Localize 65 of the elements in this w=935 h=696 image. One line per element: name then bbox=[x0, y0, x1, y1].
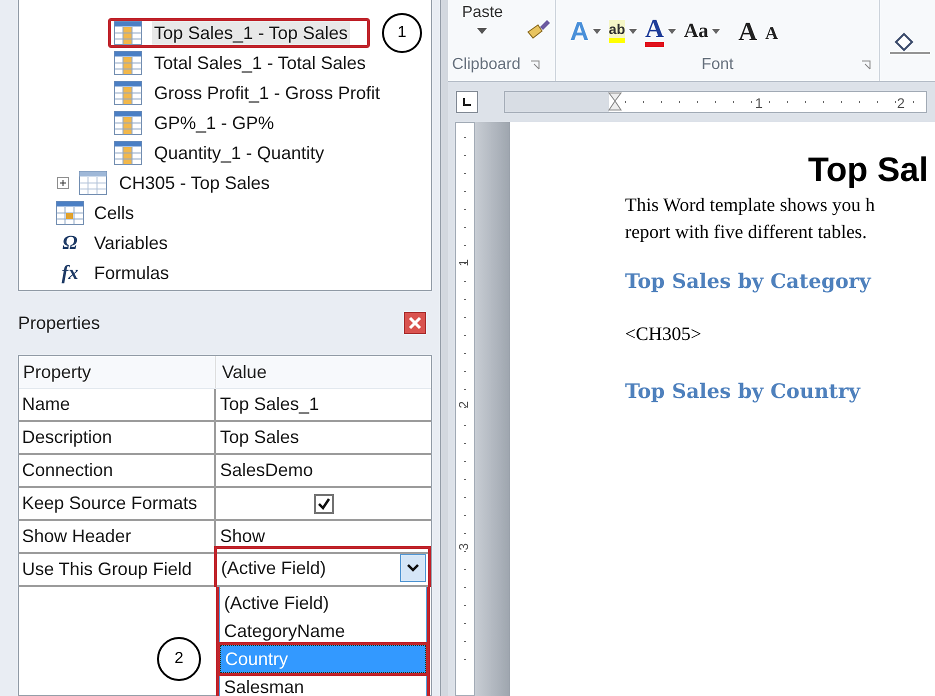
tree-item[interactable]: Quantity_1 - Quantity bbox=[152, 140, 326, 166]
dialog-launcher-icon[interactable] bbox=[861, 60, 871, 70]
property-name: Connection bbox=[19, 455, 216, 486]
callout-marker: 1 bbox=[382, 13, 422, 53]
property-value: Top Sales bbox=[219, 426, 300, 449]
property-value: SalesDemo bbox=[219, 459, 314, 482]
close-button[interactable] bbox=[404, 312, 426, 334]
panel-title: Properties bbox=[18, 312, 100, 335]
ruler-number: 1 bbox=[755, 94, 763, 112]
table-icon bbox=[114, 81, 142, 105]
close-icon bbox=[408, 316, 422, 330]
property-name: Description bbox=[19, 422, 216, 453]
template-tag: <CH305> bbox=[625, 322, 935, 348]
symbol-icon: Ω bbox=[56, 228, 84, 258]
tree-item[interactable]: Formulas bbox=[92, 260, 172, 286]
symbol-icon: fx bbox=[56, 258, 84, 288]
tab-selector-button[interactable] bbox=[456, 91, 478, 113]
ruler-number: 2 bbox=[897, 94, 905, 112]
caret-icon[interactable] bbox=[629, 28, 638, 34]
group-label: Clipboard bbox=[452, 55, 520, 75]
dropdown-option[interactable]: (Active Field) bbox=[220, 589, 426, 617]
expand-icon[interactable] bbox=[57, 177, 69, 189]
table-icon bbox=[114, 21, 142, 45]
caret-icon[interactable] bbox=[668, 28, 676, 34]
checkbox[interactable] bbox=[314, 494, 334, 514]
shrink-button[interactable]: A bbox=[765, 16, 778, 46]
case-button[interactable]: Aa bbox=[684, 16, 720, 46]
tree-item[interactable]: Gross Profit_1 - Gross Profit bbox=[152, 80, 382, 106]
table-icon bbox=[114, 141, 142, 165]
caret-icon[interactable] bbox=[712, 28, 720, 34]
tab-stop-icon bbox=[463, 98, 471, 106]
callout-marker: 2 bbox=[157, 637, 201, 681]
tree-item[interactable]: Total Sales_1 - Total Sales bbox=[152, 50, 368, 76]
tree-item[interactable]: Variables bbox=[92, 230, 170, 256]
group-label: Font bbox=[701, 55, 734, 75]
section-heading: Top Sales by Country bbox=[625, 378, 862, 405]
property-value: Show bbox=[219, 525, 266, 548]
document-paragraph: This Word template shows you h report with five different tables. bbox=[625, 194, 876, 245]
property-name: Show Header bbox=[19, 521, 216, 552]
table-icon bbox=[79, 171, 107, 195]
ruler-number: 3 bbox=[456, 543, 472, 550]
tree-item[interactable]: Cells bbox=[92, 200, 136, 226]
property-name: Name bbox=[19, 389, 216, 420]
grid-icon bbox=[56, 201, 84, 225]
ruler-number: 2 bbox=[456, 401, 472, 408]
property-name: Use This Group Field bbox=[19, 554, 216, 585]
caret-icon[interactable] bbox=[592, 28, 601, 34]
dropdown-option[interactable]: Salesman bbox=[220, 673, 426, 696]
ruler-number: 1 bbox=[456, 259, 472, 266]
table-icon bbox=[114, 111, 142, 135]
document-title: Top Sal bbox=[808, 150, 930, 190]
caret-icon[interactable] bbox=[477, 28, 488, 34]
dropdown-option[interactable]: CategoryName bbox=[220, 617, 426, 645]
column-header: Property bbox=[19, 356, 216, 388]
dialog-launcher-icon[interactable] bbox=[530, 60, 540, 70]
paste-button[interactable]: Paste bbox=[462, 4, 503, 34]
table-icon bbox=[114, 51, 142, 75]
tree-item[interactable]: GP%_1 - GP% bbox=[152, 110, 276, 136]
color-button[interactable]: A bbox=[645, 16, 676, 46]
column-header: Value bbox=[221, 360, 268, 384]
property-name: Keep Source Formats bbox=[19, 488, 216, 519]
grow-button[interactable]: A bbox=[728, 12, 758, 50]
tree-item[interactable]: CH305 - Top Sales bbox=[117, 170, 272, 196]
section-heading: Top Sales by Category bbox=[625, 268, 872, 295]
property-value: Top Sales_1 bbox=[219, 393, 320, 416]
